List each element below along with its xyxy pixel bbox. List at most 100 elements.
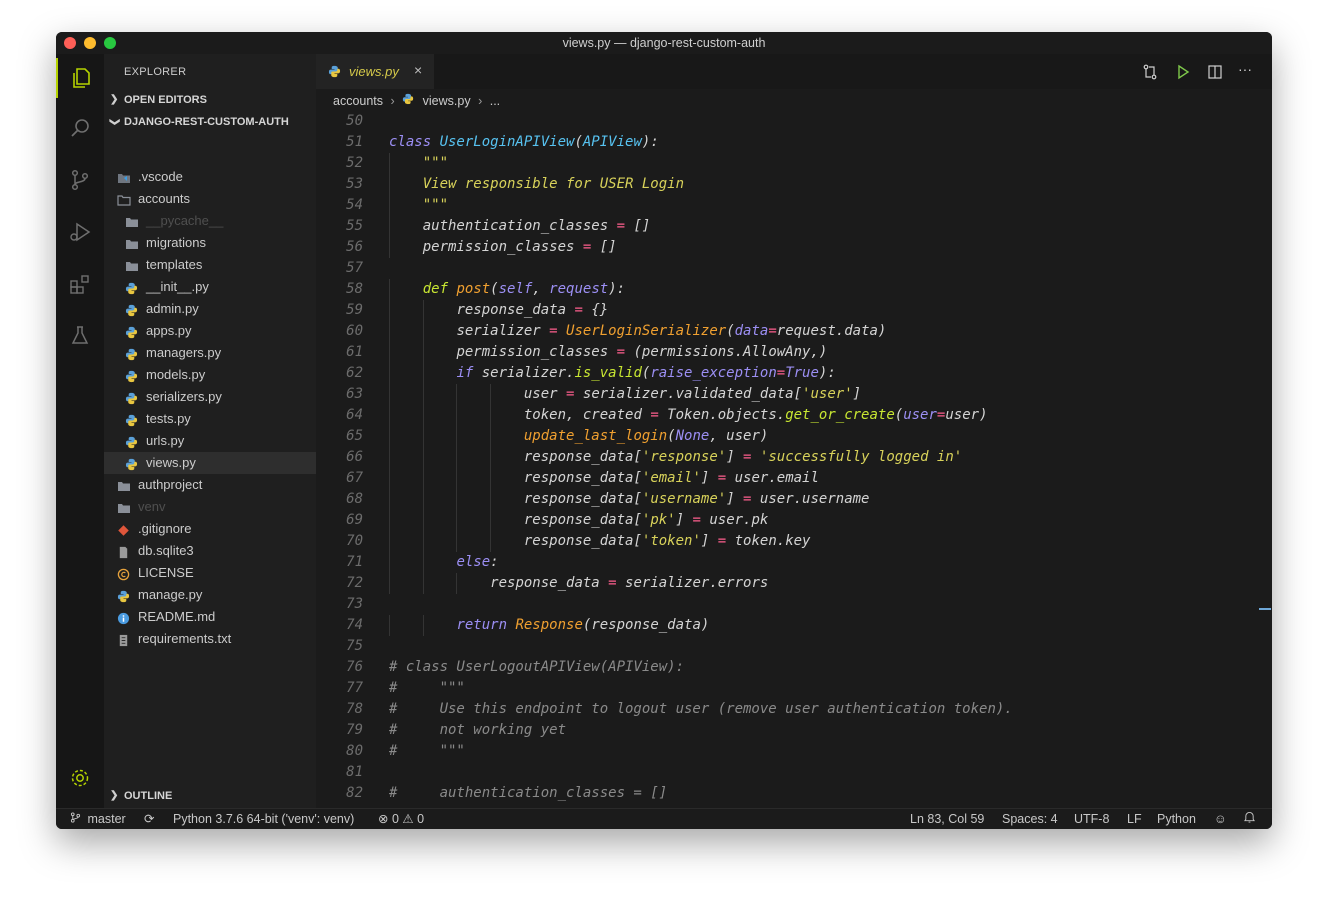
- code-token: (permissions.AllowAny,): [625, 344, 828, 360]
- run-file-icon[interactable]: [1175, 64, 1191, 83]
- tree-item[interactable]: views.py: [104, 452, 316, 474]
- tree-item[interactable]: managers.py: [104, 342, 316, 364]
- language-mode[interactable]: Python: [1157, 809, 1196, 829]
- tree-item[interactable]: tests.py: [104, 408, 316, 430]
- line-number: 52: [346, 155, 363, 171]
- tree-item[interactable]: serializers.py: [104, 386, 316, 408]
- tree-item[interactable]: models.py: [104, 364, 316, 386]
- indent-guide: [389, 468, 390, 489]
- code-token: else: [456, 554, 491, 570]
- explorer-icon[interactable]: [56, 58, 104, 98]
- code-text: # Use this endpoint to logout user (remo…: [389, 699, 1013, 720]
- tree-item[interactable]: urls.py: [104, 430, 316, 452]
- code-editor[interactable]: 50 51 class UserLoginAPIView(APIView): 52 ""…: [316, 111, 1272, 808]
- code-line: 79 # not working yet: [316, 720, 1272, 741]
- code-line: 76 # class UserLogoutAPIView(APIView):: [316, 657, 1272, 678]
- tab-bar: views.py × ···: [316, 54, 1272, 89]
- breadcrumb-file[interactable]: views.py: [423, 90, 471, 112]
- tab-views-py[interactable]: views.py ×: [316, 54, 434, 89]
- tree-item-label: .vscode: [138, 169, 183, 184]
- open-editors-section[interactable]: ❯ OPEN EDITORS: [104, 89, 316, 111]
- tree-item[interactable]: README.md: [104, 606, 316, 628]
- code-text: # """: [389, 741, 465, 762]
- minimize-window-button[interactable]: [84, 37, 96, 49]
- tree-item[interactable]: LICENSE: [104, 562, 316, 584]
- tree-item[interactable]: migrations: [104, 232, 316, 254]
- extensions-icon[interactable]: [56, 264, 104, 304]
- tree-item[interactable]: __pycache__: [104, 210, 316, 232]
- run-debug-icon[interactable]: [56, 212, 104, 252]
- feedback-icon[interactable]: ☺: [1214, 809, 1227, 829]
- line-number: 75: [346, 638, 363, 654]
- indent-guide: [422, 615, 424, 636]
- encoding[interactable]: UTF-8: [1074, 809, 1109, 829]
- tree-item[interactable]: venv: [104, 496, 316, 518]
- line-number: 78: [346, 701, 363, 717]
- code-token: # """: [389, 680, 465, 696]
- tree-item[interactable]: accounts: [104, 188, 316, 210]
- tree-item[interactable]: admin.py: [104, 298, 316, 320]
- indent-guide: [490, 447, 492, 468]
- indent-guide: [490, 468, 492, 489]
- indent-guide: [389, 174, 390, 195]
- python-interpreter[interactable]: Python 3.7.6 64-bit ('venv': venv): [173, 809, 354, 829]
- branch-name: master: [87, 812, 126, 826]
- folder-icon: [125, 258, 139, 272]
- line-number: 56: [346, 239, 363, 255]
- code-token: (: [894, 407, 904, 423]
- problems-status[interactable]: ⊗ 0 ⚠ 0: [378, 809, 424, 829]
- indent-guide: [389, 489, 390, 510]
- bell-icon[interactable]: [1244, 809, 1255, 829]
- close-icon[interactable]: ×: [414, 62, 422, 78]
- tree-item[interactable]: apps.py: [104, 320, 316, 342]
- indentation[interactable]: Spaces: 4: [1002, 809, 1058, 829]
- code-token: response_data[: [523, 449, 642, 465]
- code-token: ):: [818, 365, 836, 381]
- tree-item-label: urls.py: [146, 433, 185, 448]
- branch-status[interactable]: master: [70, 809, 126, 829]
- search-icon[interactable]: [56, 108, 104, 148]
- project-section[interactable]: ❯ DJANGO-REST-CUSTOM-AUTH: [104, 111, 316, 133]
- breadcrumb-more[interactable]: ...: [490, 90, 500, 112]
- line-number: 50: [346, 113, 363, 129]
- more-actions-icon[interactable]: ···: [1238, 61, 1252, 77]
- line-number: 57: [346, 260, 363, 276]
- tab-label: views.py: [349, 64, 399, 79]
- code-token: =: [692, 512, 701, 528]
- file-tree: .vscode accounts __pycache__ migrations temp…: [104, 166, 316, 650]
- split-editor-icon[interactable]: [1207, 64, 1223, 83]
- zoom-window-button[interactable]: [104, 37, 116, 49]
- tree-item[interactable]: .gitignore: [104, 518, 316, 540]
- line-number: 53: [346, 176, 363, 192]
- gear-icon[interactable]: [56, 758, 104, 798]
- breadcrumb-folder[interactable]: accounts: [333, 90, 383, 112]
- code-line: 53 View responsible for USER Login: [316, 174, 1272, 195]
- warning-icon: ⚠: [402, 812, 414, 826]
- line-number: 72: [346, 575, 363, 591]
- source-control-icon[interactable]: [56, 160, 104, 200]
- tree-item[interactable]: templates: [104, 254, 316, 276]
- code-line: 64 token, created = Token.objects.get_or_…: [316, 405, 1272, 426]
- cursor-position[interactable]: Ln 83, Col 59: [910, 809, 984, 829]
- tree-item[interactable]: authproject: [104, 474, 316, 496]
- tree-item[interactable]: __init__.py: [104, 276, 316, 298]
- indent-guide: [456, 426, 458, 447]
- sync-icon[interactable]: ⟳: [144, 809, 154, 829]
- code-line: 57: [316, 258, 1272, 279]
- outline-section[interactable]: ❯ OUTLINE: [104, 785, 316, 807]
- tree-item-label: README.md: [138, 609, 216, 624]
- line-ending[interactable]: LF: [1127, 809, 1142, 829]
- tree-item[interactable]: requirements.txt: [104, 628, 316, 650]
- chevron-right-icon: ›: [478, 93, 483, 108]
- tree-item[interactable]: db.sqlite3: [104, 540, 316, 562]
- close-window-button[interactable]: [64, 37, 76, 49]
- indent-guide: [389, 573, 390, 594]
- compare-changes-icon[interactable]: [1142, 64, 1158, 83]
- tree-item[interactable]: .vscode: [104, 166, 316, 188]
- testing-flask-icon[interactable]: [56, 316, 104, 356]
- code-text: """: [423, 153, 448, 174]
- code-token: response_data: [490, 575, 609, 591]
- tree-item-label: authproject: [138, 477, 203, 492]
- explorer-title: EXPLORER: [124, 66, 187, 78]
- tree-item[interactable]: manage.py: [104, 584, 316, 606]
